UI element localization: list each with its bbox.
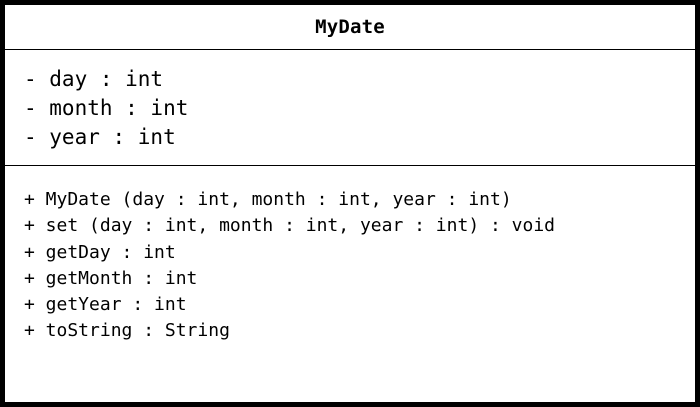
attributes-compartment: - day : int - month : int - year : int — [5, 50, 695, 166]
attribute-month: - month : int — [24, 96, 189, 120]
class-name-compartment: MyDate — [5, 5, 695, 50]
attribute-year: - year : int — [24, 125, 176, 149]
class-name: MyDate — [315, 16, 385, 38]
uml-class-box: MyDate - day : int - month : int - year … — [0, 0, 700, 407]
operation-constructor: + MyDate (day : int, month : int, year :… — [24, 189, 512, 210]
attribute-day: - day : int — [24, 67, 164, 91]
operations-compartment: + MyDate (day : int, month : int, year :… — [5, 166, 695, 345]
operation-set: + set (day : int, month : int, year : in… — [24, 215, 556, 237]
operation-get-year: + getYear : int — [24, 294, 187, 316]
operation-to-string: + toString : String — [24, 320, 230, 342]
operation-get-day: + getDay : int — [24, 241, 176, 263]
operation-get-month: + getMonth : int — [24, 267, 198, 289]
